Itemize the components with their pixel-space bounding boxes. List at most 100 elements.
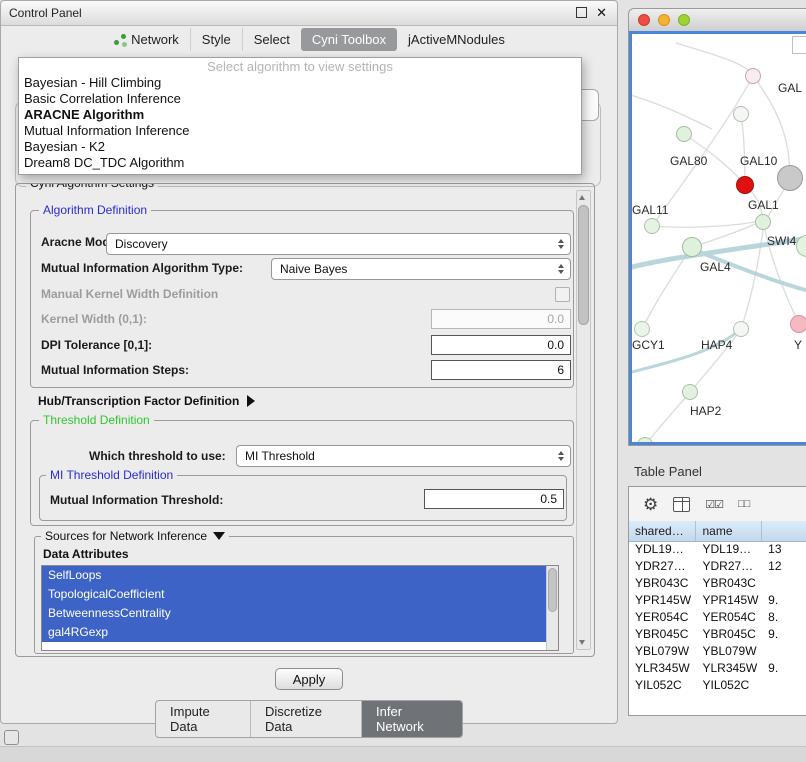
table-row[interactable]: YBR045CYBR045C9. <box>629 626 806 643</box>
table-cell: YER054C <box>696 609 762 626</box>
network-node[interactable] <box>736 176 754 194</box>
attribute-item[interactable]: TopologicalCoefficient <box>42 585 547 604</box>
kernel-width-field[interactable]: 0.0 <box>431 309 571 329</box>
network-node[interactable] <box>634 321 650 337</box>
column-header[interactable]: name <box>696 521 762 541</box>
mi-type-combo[interactable]: Naive Bayes <box>271 258 571 280</box>
hub-definition-toggle[interactable]: Hub/Transcription Factor Definition <box>38 394 255 408</box>
table-row[interactable]: YPR145WYPR145W9. <box>629 592 806 609</box>
algorithm-option[interactable]: Dream8 DC_TDC Algorithm <box>19 155 581 171</box>
manual-kernel-label: Manual Kernel Width Definition <box>41 287 218 301</box>
tab-select[interactable]: Select <box>242 28 301 51</box>
deselect-all-icon[interactable]: □□ <box>738 498 749 510</box>
network-window: GALGAL80GAL10GAL11GAL1SWI4GAL4GCY1HAP4YH… <box>628 8 806 446</box>
table-row[interactable]: YBR043CYBR043C <box>629 575 806 592</box>
sources-label: Sources for Network Inference <box>45 529 207 543</box>
threshold-definition-title: Threshold Definition <box>39 413 154 427</box>
algorithm-option[interactable]: Bayesian - Hill Climbing <box>19 75 581 91</box>
column-header[interactable] <box>762 521 806 541</box>
algorithm-option[interactable]: ARACNE Algorithm <box>19 107 581 123</box>
table-row[interactable]: YDL19…YDL19…13 <box>629 541 806 558</box>
attribute-item[interactable]: BetweennessCentrality <box>42 604 547 623</box>
network-node[interactable] <box>644 218 660 234</box>
table-cell <box>762 677 806 694</box>
table-row[interactable]: YLR345WYLR345W9. <box>629 660 806 677</box>
apply-button[interactable]: Apply <box>275 668 343 690</box>
attribute-item[interactable]: SelfLoops <box>42 566 547 585</box>
table-body: YDL19…YDL19…13YDR27…YDR27…12YBR043CYBR04… <box>629 541 806 715</box>
column-header[interactable]: shared… <box>629 521 696 541</box>
bottom-tab-infer-network[interactable]: Infer Network <box>361 701 462 737</box>
bottom-tab-bar: Impute DataDiscretize DataInfer Network <box>155 700 463 738</box>
settings-group-title: Cyni Algorithm Settings <box>26 183 158 190</box>
network-node[interactable] <box>733 106 749 122</box>
network-node[interactable] <box>745 68 761 84</box>
network-tab-icon <box>113 34 126 46</box>
which-threshold-combo[interactable]: MI Threshold <box>236 445 571 467</box>
network-node[interactable] <box>733 321 749 337</box>
bottom-tab-impute-data[interactable]: Impute Data <box>156 701 250 737</box>
combo-stepper-icon <box>558 451 564 461</box>
list-scrollbar[interactable] <box>546 566 558 650</box>
float-window-icon[interactable] <box>576 7 587 18</box>
sources-toggle[interactable]: Sources for Network Inference <box>41 529 229 543</box>
mi-steps-field[interactable]: 6 <box>431 360 571 380</box>
close-icon[interactable]: ✕ <box>596 6 607 19</box>
aracne-mode-combo[interactable]: Discovery <box>106 233 571 255</box>
node-label: HAP4 <box>701 338 732 352</box>
minimize-traffic-light-icon[interactable] <box>658 14 670 26</box>
desktop: Control Panel ✕ Network StyleSelectCyni T… <box>0 0 806 762</box>
table-cell: YDL19… <box>696 541 762 558</box>
bottom-tab-discretize-data[interactable]: Discretize Data <box>250 701 361 737</box>
mi-steps-value: 6 <box>557 363 564 377</box>
scrollbar-arrow-box[interactable] <box>792 36 806 54</box>
columns-icon[interactable] <box>673 497 690 512</box>
settings-scrollbar[interactable] <box>576 190 591 650</box>
network-node[interactable] <box>682 237 702 257</box>
table-cell: YBL079W <box>629 643 696 660</box>
data-attributes-list[interactable]: SelfLoopsTopologicalCoefficientBetweenne… <box>41 565 559 651</box>
table-header: shared…name <box>629 521 806 542</box>
tab-style[interactable]: Style <box>190 28 242 51</box>
tab-network[interactable]: Network <box>102 28 190 51</box>
network-node[interactable] <box>755 214 771 230</box>
network-window-titlebar[interactable] <box>629 9 806 32</box>
table-cell: 8. <box>762 609 806 626</box>
mi-threshold-label: Mutual Information Threshold: <box>50 493 223 507</box>
scroll-down-icon[interactable] <box>579 640 585 645</box>
tab-jactivemnodules[interactable]: jActiveMNodules <box>397 28 516 51</box>
table-row[interactable]: YIL052CYIL052C <box>629 677 806 694</box>
scroll-up-icon[interactable] <box>579 195 585 200</box>
tab-label: Network <box>131 32 179 47</box>
network-node[interactable] <box>676 126 692 142</box>
algorithm-option[interactable]: Basic Correlation Inference <box>19 91 581 107</box>
network-canvas[interactable]: GALGAL80GAL10GAL11GAL1SWI4GAL4GCY1HAP4YH… <box>629 31 806 445</box>
tab-cyni-toolbox[interactable]: Cyni Toolbox <box>301 28 397 51</box>
gear-icon[interactable]: ⚙ <box>643 496 658 513</box>
combo-stepper-icon <box>558 264 564 274</box>
manual-kernel-checkbox[interactable] <box>555 287 570 302</box>
algorithm-option[interactable]: Bayesian - K2 <box>19 139 581 155</box>
scrollbar-thumb[interactable] <box>578 205 589 325</box>
algorithm-option[interactable]: Mutual Information Inference <box>19 123 581 139</box>
mi-threshold-field[interactable]: 0.5 <box>424 489 564 509</box>
table-row[interactable]: YBL079WYBL079W <box>629 643 806 660</box>
node-label: GAL1 <box>748 198 779 212</box>
table-row[interactable]: YER054CYER054C8. <box>629 609 806 626</box>
network-node[interactable] <box>777 165 803 191</box>
table-cell: YPR145W <box>629 592 696 609</box>
network-node[interactable] <box>790 315 806 333</box>
network-node[interactable] <box>682 384 698 400</box>
select-all-icon[interactable]: ☑☑ <box>705 498 723 511</box>
zoom-traffic-light-icon[interactable] <box>678 14 690 26</box>
control-panel-titlebar[interactable]: Control Panel ✕ <box>1 1 617 26</box>
which-threshold-value: MI Threshold <box>245 449 315 463</box>
table-row[interactable]: YDR27…YDR27…12 <box>629 558 806 575</box>
node-label: GAL <box>778 81 802 95</box>
table-panel-window: ⚙ ☑☑ □□ shared…name YDL19…YDL19…13YDR27…… <box>628 486 806 716</box>
close-traffic-light-icon[interactable] <box>638 14 650 26</box>
table-cell: YLR345W <box>629 660 696 677</box>
dpi-tolerance-field[interactable]: 0.0 <box>431 335 571 355</box>
dock-icon[interactable] <box>4 730 19 745</box>
attribute-item[interactable]: gal4RGexp <box>42 623 547 642</box>
